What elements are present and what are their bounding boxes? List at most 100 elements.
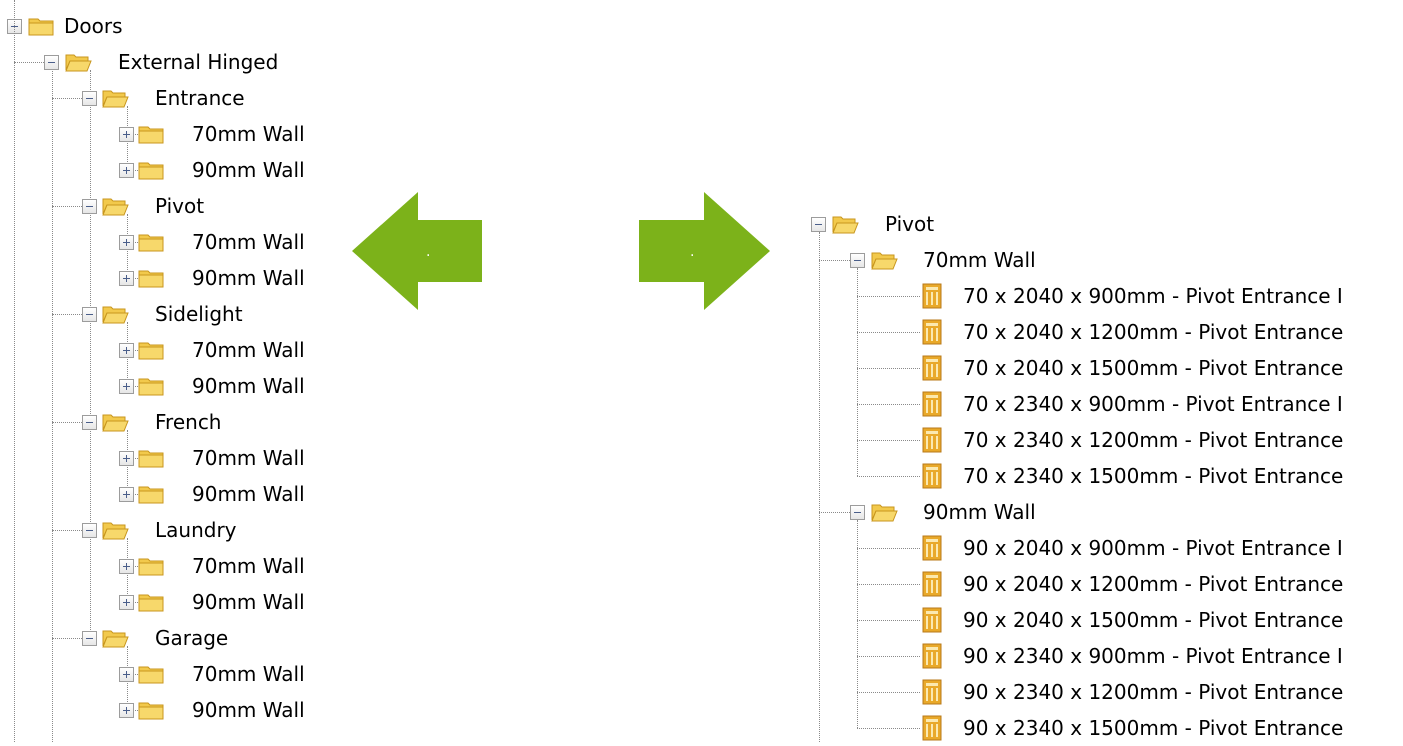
tree-node-wall[interactable]: 70mm Wall xyxy=(192,224,305,260)
expand-icon[interactable] xyxy=(119,451,134,466)
tree-leaf-door-item[interactable]: 70 x 2040 x 1500mm - Pivot Entrance xyxy=(963,350,1343,386)
tree-node-wall[interactable]: 90mm Wall xyxy=(192,260,305,296)
tree-connector-line xyxy=(52,314,82,315)
folder-icon xyxy=(138,378,164,396)
tree-node-entrance[interactable]: Entrance xyxy=(155,80,245,116)
expand-icon[interactable] xyxy=(119,235,134,250)
collapse-icon[interactable] xyxy=(82,415,97,430)
door-icon xyxy=(922,319,942,345)
door-icon xyxy=(922,355,942,381)
expand-icon[interactable] xyxy=(119,379,134,394)
tree-node-wall[interactable]: 70mm Wall xyxy=(192,548,305,584)
tree-leaf-door-item[interactable]: 90 x 2340 x 1500mm - Pivot Entrance xyxy=(963,710,1343,746)
expand-icon[interactable] xyxy=(119,343,134,358)
tree-node-doors[interactable]: Doors xyxy=(64,8,123,44)
tree-connector-line xyxy=(857,656,920,657)
tree-node-wall[interactable]: 70mm Wall xyxy=(192,656,305,692)
expand-icon[interactable] xyxy=(119,163,134,178)
tree-leaf-door-item[interactable]: 70 x 2340 x 1500mm - Pivot Entrance xyxy=(963,458,1343,494)
tree-node-wall[interactable]: 70mm Wall xyxy=(192,116,305,152)
door-icon xyxy=(922,283,942,309)
collapse-icon[interactable] xyxy=(850,505,865,520)
tree-node-wall[interactable]: 70mm Wall xyxy=(192,440,305,476)
tree-leaf-door-item[interactable]: 70 x 2040 x 1200mm - Pivot Entrance xyxy=(963,314,1343,350)
tree-node-wall[interactable]: 90mm Wall xyxy=(192,476,305,512)
tree-node-sidelight[interactable]: Sidelight xyxy=(155,296,243,332)
tree-leaf-door-item[interactable]: 90 x 2340 x 1200mm - Pivot Entrance xyxy=(963,674,1343,710)
tree-connector-line xyxy=(857,584,920,585)
tree-node-laundry[interactable]: Laundry xyxy=(155,512,237,548)
tree-connector-line xyxy=(819,232,820,742)
folder-icon xyxy=(138,594,164,612)
folder-open-icon xyxy=(102,630,129,648)
tree-node-wall[interactable]: 90mm Wall xyxy=(192,692,305,728)
expand-icon[interactable] xyxy=(119,559,134,574)
tree-node-wall[interactable]: 90mm Wall xyxy=(192,152,305,188)
tree-connector-line xyxy=(857,692,920,693)
folder-open-icon xyxy=(832,216,859,234)
expand-icon[interactable] xyxy=(119,595,134,610)
door-icon xyxy=(922,427,942,453)
tree-node-wall[interactable]: 70mm Wall xyxy=(192,332,305,368)
folder-open-icon xyxy=(102,306,129,324)
door-icon xyxy=(922,679,942,705)
tree-connector-line xyxy=(857,332,920,333)
tree-connector-line xyxy=(857,620,920,621)
tree-connector-line xyxy=(857,520,858,728)
arrow-right-icon xyxy=(639,192,770,310)
collapse-icon[interactable] xyxy=(82,631,97,646)
tree-node-pivot[interactable]: Pivot xyxy=(155,188,204,224)
tree-leaf-door-item[interactable]: 70 x 2340 x 1200mm - Pivot Entrance xyxy=(963,422,1343,458)
tree-node-wall[interactable]: 90mm Wall xyxy=(192,584,305,620)
tree-connector-line xyxy=(52,638,82,639)
tree-connector-line xyxy=(857,268,858,476)
tree-leaf-door-item[interactable]: 90 x 2040 x 1200mm - Pivot Entrance xyxy=(963,566,1343,602)
tree-connector-line xyxy=(857,476,920,477)
tree-connector-line xyxy=(52,98,82,99)
door-icon xyxy=(922,607,942,633)
door-icon xyxy=(922,535,942,561)
expand-icon[interactable] xyxy=(119,703,134,718)
tree-node-wall[interactable]: 70mm Wall xyxy=(923,242,1036,278)
collapse-icon[interactable] xyxy=(811,217,826,232)
folder-icon xyxy=(138,666,164,684)
tree-view: Doors External Hinged Entrance 70mm Wall 90m… xyxy=(0,0,1403,742)
tree-leaf-door-item[interactable]: 90 x 2040 x 1500mm - Pivot Entrance xyxy=(963,602,1343,638)
tree-node-french[interactable]: French xyxy=(155,404,221,440)
tree-connector-line xyxy=(90,70,91,638)
expand-icon[interactable] xyxy=(119,271,134,286)
tree-node-garage[interactable]: Garage xyxy=(155,620,228,656)
tree-node-wall[interactable]: 90mm Wall xyxy=(192,368,305,404)
door-icon xyxy=(922,463,942,489)
expand-icon[interactable] xyxy=(119,487,134,502)
tree-connector-line xyxy=(857,404,920,405)
folder-icon xyxy=(138,558,164,576)
tree-leaf-door-item[interactable]: 90 x 2340 x 900mm - Pivot Entrance I xyxy=(963,638,1343,674)
tree-node-pivot[interactable]: Pivot xyxy=(885,206,934,242)
collapse-icon[interactable] xyxy=(82,523,97,538)
tree-connector-line xyxy=(857,296,920,297)
door-icon xyxy=(922,571,942,597)
tree-connector-line xyxy=(819,512,850,513)
folder-icon xyxy=(138,126,164,144)
tree-connector-line xyxy=(857,728,920,729)
collapse-icon[interactable] xyxy=(850,253,865,268)
collapse-icon[interactable] xyxy=(82,199,97,214)
tree-leaf-door-item[interactable]: 70 x 2040 x 900mm - Pivot Entrance I xyxy=(963,278,1343,314)
expand-icon[interactable] xyxy=(119,667,134,682)
tree-connector-line xyxy=(819,260,850,261)
door-icon xyxy=(922,715,942,741)
tree-connector-line xyxy=(857,368,920,369)
tree-connector-line xyxy=(14,0,15,742)
tree-leaf-door-item[interactable]: 90 x 2040 x 900mm - Pivot Entrance I xyxy=(963,530,1343,566)
collapse-icon[interactable] xyxy=(82,91,97,106)
collapse-icon[interactable] xyxy=(44,55,59,70)
tree-node-external-hinged[interactable]: External Hinged xyxy=(118,44,278,80)
collapse-icon[interactable] xyxy=(82,307,97,322)
tree-connector-line xyxy=(52,530,82,531)
tree-leaf-door-item[interactable]: 70 x 2340 x 900mm - Pivot Entrance I xyxy=(963,386,1343,422)
tree-node-wall[interactable]: 90mm Wall xyxy=(923,494,1036,530)
folder-icon xyxy=(28,18,54,36)
arrow-left-label: . xyxy=(426,244,431,260)
expand-icon[interactable] xyxy=(119,127,134,142)
